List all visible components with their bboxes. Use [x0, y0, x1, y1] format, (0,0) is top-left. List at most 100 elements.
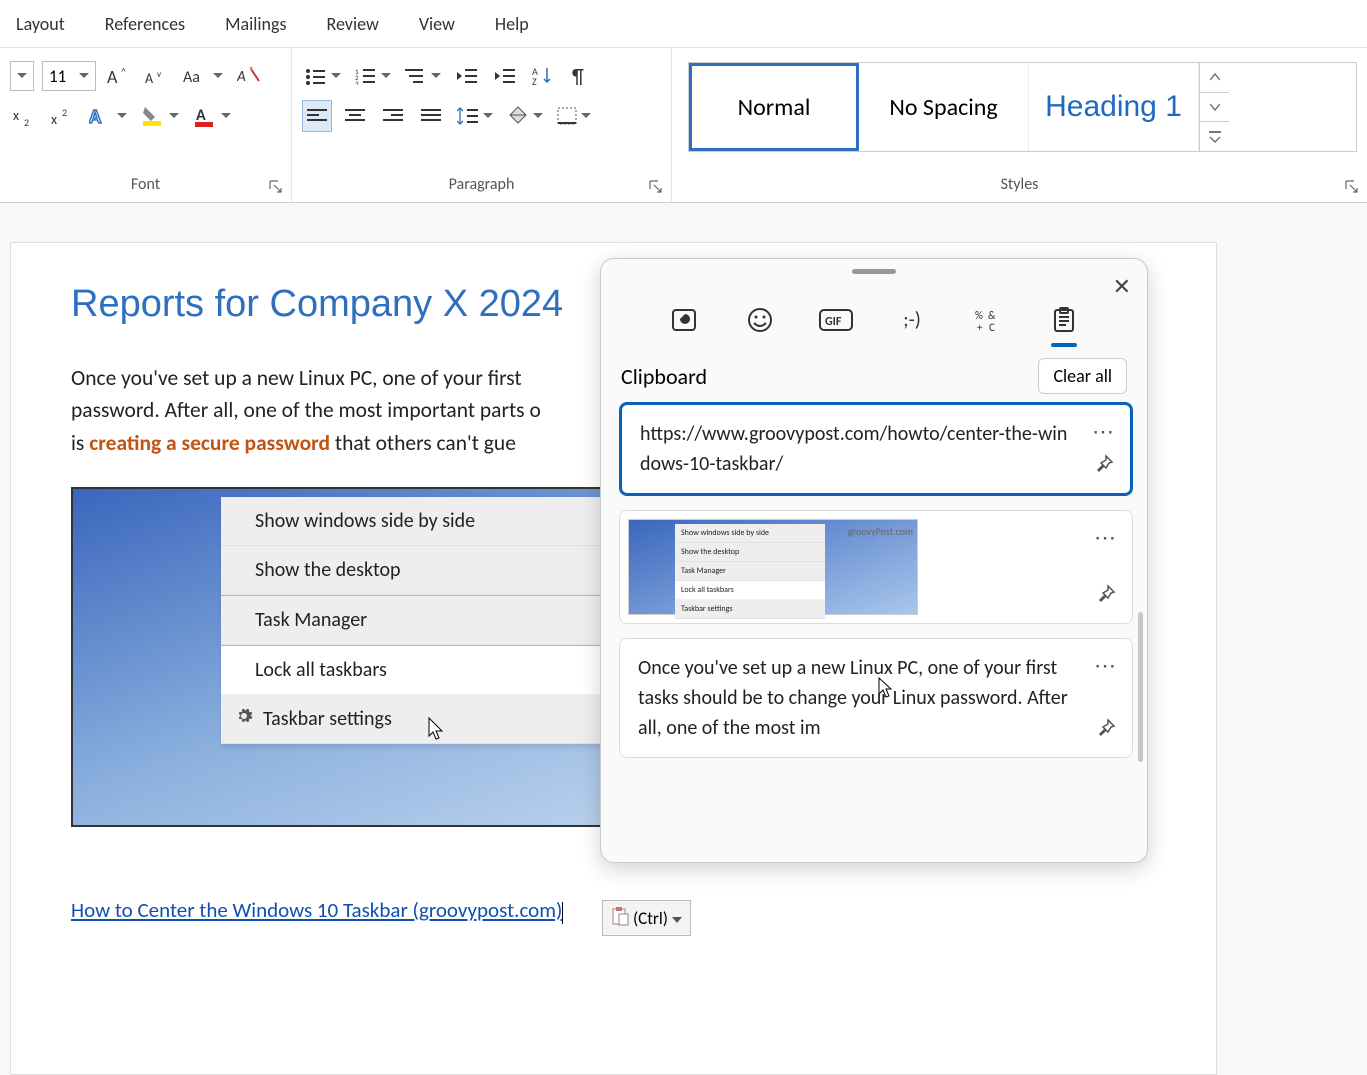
paste-icon: [611, 906, 629, 931]
justify-icon[interactable]: [416, 100, 446, 132]
para-launcher-icon[interactable]: [649, 180, 663, 194]
more-icon[interactable]: ⋯: [1094, 649, 1118, 682]
svg-text:x: x: [51, 111, 57, 126]
increase-indent-icon[interactable]: [490, 60, 520, 92]
svg-text:A: A: [145, 70, 154, 87]
group-font: 11 A^ Av Aa A x2 x2 A A Font: [0, 48, 292, 202]
multilevel-list-icon[interactable]: [402, 60, 444, 92]
shrink-font-icon[interactable]: Av: [142, 60, 172, 92]
borders-icon[interactable]: [554, 100, 594, 132]
clear-formatting-icon[interactable]: A: [234, 60, 266, 92]
group-font-label: Font: [10, 175, 281, 198]
svg-text:+: +: [977, 321, 983, 332]
tab-symbols-icon[interactable]: %&+C: [971, 303, 1005, 337]
clip-image-thumb: groovyPost.com Show windows side by side…: [628, 519, 1078, 615]
more-icon[interactable]: ⋯: [1094, 521, 1118, 554]
tab-emoji-icon[interactable]: [743, 303, 777, 337]
font-name-combo[interactable]: [10, 61, 34, 91]
group-styles-label: Styles: [682, 175, 1357, 198]
svg-text:Z: Z: [532, 75, 537, 86]
svg-text:¶: ¶: [572, 66, 584, 86]
menu-help[interactable]: Help: [495, 13, 529, 35]
line-spacing-icon[interactable]: [454, 100, 496, 132]
svg-text:C: C: [989, 321, 995, 332]
gallery-down-icon[interactable]: [1200, 93, 1229, 123]
font-size-combo[interactable]: 11: [42, 61, 96, 91]
menu-mailings[interactable]: Mailings: [225, 13, 286, 35]
scrollbar[interactable]: [1138, 612, 1143, 762]
taskbar-context-menu: Show windows side by side Show the deskt…: [221, 497, 631, 744]
svg-text:A: A: [89, 105, 102, 127]
cm-settings-label: Taskbar settings: [263, 707, 392, 731]
clipboard-item[interactable]: Once you've set up a new Linux PC, one o…: [619, 638, 1133, 758]
pin-icon[interactable]: [1096, 583, 1116, 613]
style-heading1[interactable]: Heading 1: [1029, 63, 1199, 151]
more-icon[interactable]: ⋯: [1092, 415, 1116, 448]
subscript-icon[interactable]: x2: [10, 100, 40, 132]
gallery-scroller: [1199, 63, 1229, 151]
clip-text: https://www.groovypost.com/howto/center-…: [640, 422, 1067, 476]
text-cursor: [562, 902, 563, 924]
font-launcher-icon[interactable]: [269, 180, 283, 194]
doc-text: that others can't gue: [330, 430, 516, 456]
gallery-more-icon[interactable]: [1200, 122, 1229, 151]
pin-icon[interactable]: [1094, 453, 1114, 483]
svg-text:x: x: [13, 107, 19, 124]
svg-text:^: ^: [121, 65, 126, 78]
clipboard-item[interactable]: https://www.groovypost.com/howto/center-…: [619, 402, 1133, 496]
svg-text:A: A: [237, 68, 246, 86]
numbering-icon[interactable]: 123: [352, 60, 394, 92]
pin-icon[interactable]: [1096, 717, 1116, 747]
superscript-icon[interactable]: x2: [48, 100, 78, 132]
cm-side-by-side: Show windows side by side: [221, 497, 631, 546]
tab-gif-icon[interactable]: GIF: [819, 303, 853, 337]
styles-gallery: Normal No Spacing Heading 1: [688, 62, 1357, 152]
text-effects-icon[interactable]: A: [86, 100, 130, 132]
sort-icon[interactable]: AZ: [528, 60, 558, 92]
clip-text: Once you've set up a new Linux PC, one o…: [638, 656, 1068, 740]
svg-text:2: 2: [62, 106, 67, 119]
gallery-up-icon[interactable]: [1200, 63, 1229, 93]
align-center-icon[interactable]: [340, 100, 370, 132]
paste-ctrl-label: (Ctrl): [633, 908, 668, 929]
clipboard-title: Clipboard: [621, 363, 707, 390]
tab-kaomoji[interactable]: ;-): [895, 303, 929, 337]
decrease-indent-icon[interactable]: [452, 60, 482, 92]
align-right-icon[interactable]: [378, 100, 408, 132]
gear-icon: [235, 707, 253, 731]
menu-references[interactable]: References: [105, 13, 185, 35]
svg-text:A: A: [107, 66, 118, 87]
doc-text: Once you've set up a new Linux PC, one o…: [71, 365, 522, 391]
styles-launcher-icon[interactable]: [1345, 180, 1359, 194]
menu-layout[interactable]: Layout: [16, 13, 65, 35]
panel-tabs: GIF ;-) %&+C: [601, 298, 1147, 342]
menu-view[interactable]: View: [419, 13, 455, 35]
close-icon[interactable]: ✕: [1113, 273, 1131, 300]
doc-text: password. After all, one of the most imp…: [71, 397, 541, 423]
panel-grip[interactable]: [852, 269, 896, 274]
change-case-icon[interactable]: Aa: [180, 60, 226, 92]
show-marks-icon[interactable]: ¶: [566, 60, 596, 92]
watermark: groovyPost.com: [848, 524, 913, 539]
tab-clipboard-icon[interactable]: [1047, 303, 1081, 337]
style-normal[interactable]: Normal: [689, 63, 859, 151]
tab-recent-icon[interactable]: [667, 303, 701, 337]
doc-text: is: [71, 430, 89, 456]
svg-text:2: 2: [24, 116, 29, 126]
grow-font-icon[interactable]: A^: [104, 60, 134, 92]
cm-taskmgr: Task Manager: [221, 596, 631, 645]
menu-review[interactable]: Review: [326, 13, 378, 35]
align-left-icon[interactable]: [302, 100, 332, 132]
shading-icon[interactable]: [504, 100, 546, 132]
highlight-icon[interactable]: [138, 100, 182, 132]
emoji-clipboard-panel: ✕ GIF ;-) %&+C Clipboard Clear all https…: [600, 258, 1148, 863]
style-nospacing[interactable]: No Spacing: [859, 63, 1029, 151]
doc-hyperlink[interactable]: How to Center the Windows 10 Taskbar (gr…: [71, 897, 562, 923]
paste-options[interactable]: (Ctrl): [602, 900, 691, 936]
bullets-icon[interactable]: [302, 60, 344, 92]
svg-text:v: v: [157, 69, 161, 80]
cm-settings: Taskbar settings: [221, 695, 631, 744]
clipboard-item[interactable]: groovyPost.com Show windows side by side…: [619, 510, 1133, 624]
clear-all-button[interactable]: Clear all: [1038, 358, 1127, 394]
font-color-icon[interactable]: A: [190, 100, 234, 132]
